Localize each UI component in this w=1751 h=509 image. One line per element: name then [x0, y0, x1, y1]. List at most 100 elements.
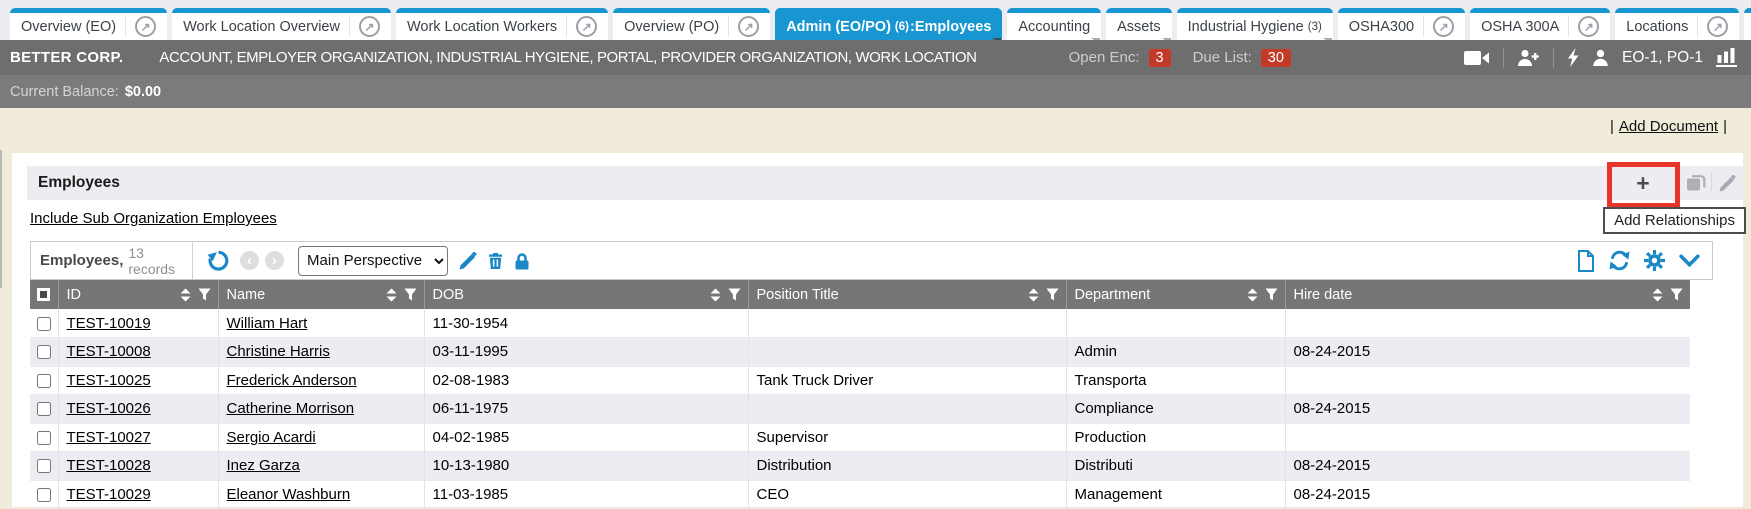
prev-page-button[interactable]: ‹ — [240, 251, 259, 270]
tab-accounting[interactable]: Accounting — [1007, 8, 1101, 40]
person-icon[interactable] — [1592, 49, 1609, 66]
dashboard-chart-icon[interactable] — [1716, 48, 1737, 67]
row-checkbox[interactable] — [37, 459, 51, 473]
open-in-new-window-icon[interactable]: ↗ — [135, 16, 156, 37]
tab-admin-eo-po[interactable]: Admin (EO/PO)(6):Employees — [775, 8, 1002, 40]
employee-id-link[interactable]: TEST-10019 — [67, 315, 151, 332]
row-checkbox[interactable] — [37, 488, 51, 502]
add-document-link[interactable]: Add Document — [1619, 118, 1718, 135]
cell-dob: 04-02-1985 — [424, 423, 748, 452]
tab-work-location-workers[interactable]: Work Location Workers↗ — [396, 8, 608, 40]
video-camera-icon[interactable] — [1464, 50, 1490, 66]
add-person-icon[interactable] — [1517, 49, 1540, 66]
include-sub-org-link[interactable]: Include Sub Organization Employees — [30, 210, 277, 227]
refresh-button[interactable] — [1609, 250, 1630, 271]
tab-label: Admin (EO/PO) — [786, 19, 891, 35]
grid-title: Employees, 13 records — [31, 242, 193, 279]
edit-perspective-button[interactable] — [459, 252, 477, 270]
column-header-id[interactable]: ID — [58, 280, 218, 309]
settings-button[interactable] — [1644, 250, 1665, 271]
row-checkbox[interactable] — [37, 374, 51, 388]
tab-work-location-overview[interactable]: Work Location Overview↗ — [172, 8, 391, 40]
employee-name-link[interactable]: Catherine Morrison — [227, 400, 355, 417]
refresh-icon — [1609, 250, 1630, 271]
lock-icon — [514, 252, 530, 270]
due-list-badge[interactable]: 30 — [1261, 49, 1291, 67]
balance-value: $0.00 — [125, 84, 161, 100]
cell-department: Admin — [1066, 338, 1285, 367]
pipe: | — [1723, 118, 1727, 135]
balance-bar: Current Balance: $0.00 — [0, 75, 1751, 108]
collapse-button[interactable] — [1679, 254, 1700, 267]
column-header-dob[interactable]: DOB — [424, 280, 748, 309]
lightning-icon[interactable] — [1567, 48, 1579, 67]
employee-name-link[interactable]: Eleanor Washburn — [227, 486, 351, 503]
open-in-new-window-icon[interactable]: ↗ — [738, 16, 759, 37]
employee-id-link[interactable]: TEST-10028 — [67, 457, 151, 474]
employee-name-link[interactable]: Frederick Anderson — [227, 372, 357, 389]
column-header-department[interactable]: Department — [1066, 280, 1285, 309]
table-row: TEST-10019William Hart11-30-1954 — [30, 309, 1690, 338]
filter-funnel-icon[interactable] — [1670, 288, 1683, 301]
select-all-checkbox[interactable] — [37, 288, 50, 301]
column-header-hire-date[interactable]: Hire date — [1285, 280, 1690, 309]
column-header-name[interactable]: Name — [218, 280, 424, 309]
cell-id: TEST-10019 — [58, 309, 218, 338]
cell-position-title — [748, 338, 1066, 367]
filter-funnel-icon[interactable] — [728, 288, 741, 301]
employee-id-link[interactable]: TEST-10027 — [67, 429, 151, 446]
copy-button[interactable] — [1680, 166, 1711, 200]
tab-locations[interactable]: Locations↗ — [1615, 8, 1739, 40]
open-in-new-window-icon[interactable]: ↗ — [1707, 16, 1728, 37]
employee-id-link[interactable]: TEST-10025 — [67, 372, 151, 389]
row-checkbox-cell — [30, 452, 58, 481]
employee-id-link[interactable]: TEST-10008 — [67, 343, 151, 360]
filter-funnel-icon[interactable] — [1046, 288, 1059, 301]
perspective-select[interactable]: Main Perspective — [298, 246, 448, 276]
edit-button[interactable] — [1712, 166, 1743, 200]
cell-name: Christine Harris — [218, 338, 424, 367]
tab-industrial-hygiene[interactable]: Industrial Hygiene(3) — [1177, 8, 1333, 40]
employee-id-link[interactable]: TEST-10026 — [67, 400, 151, 417]
panel-header: Employees + — [27, 166, 1743, 200]
employee-name-link[interactable]: Inez Garza — [227, 457, 300, 474]
employee-name-link[interactable]: Sergio Acardi — [227, 429, 316, 446]
tab-referred-orders[interactable]: Referred Orders↗ — [1744, 8, 1751, 40]
undo-button[interactable] — [207, 249, 230, 272]
tab-label: Overview (PO) — [624, 19, 719, 35]
open-in-new-window-icon[interactable]: ↗ — [1578, 16, 1599, 37]
row-checkbox[interactable] — [37, 317, 51, 331]
row-checkbox[interactable] — [37, 345, 51, 359]
open-enc-badge[interactable]: 3 — [1149, 49, 1171, 67]
tab-overview-po[interactable]: Overview (PO) ↗ — [613, 8, 770, 40]
cell-hire-date: 08-24-2015 — [1285, 338, 1690, 367]
employee-id-link[interactable]: TEST-10029 — [67, 486, 151, 503]
sort-icon — [1652, 288, 1663, 302]
cell-name: Inez Garza — [218, 452, 424, 481]
org-header-bar: BETTER CORP. ACCOUNT, EMPLOYER ORGANIZAT… — [0, 40, 1751, 75]
undo-icon — [207, 249, 230, 272]
tab-assets[interactable]: Assets — [1106, 8, 1172, 40]
open-in-new-window-icon[interactable]: ↗ — [1433, 16, 1454, 37]
column-header-position-title[interactable]: Position Title — [748, 280, 1066, 309]
tab-osha300[interactable]: OSHA300↗ — [1338, 8, 1465, 40]
filter-funnel-icon[interactable] — [404, 288, 417, 301]
open-in-new-window-icon[interactable]: ↗ — [576, 16, 597, 37]
tab-overview-eo[interactable]: Overview (EO)↗ — [10, 8, 167, 40]
grid-toolbar: Employees, 13 records ‹ › Main Perspecti… — [30, 241, 1713, 280]
filter-funnel-icon[interactable] — [198, 288, 211, 301]
employee-name-link[interactable]: Christine Harris — [227, 343, 330, 360]
delete-perspective-button[interactable] — [488, 252, 503, 270]
lock-perspective-button[interactable] — [514, 252, 530, 270]
new-document-button[interactable] — [1577, 250, 1595, 272]
row-checkbox[interactable] — [37, 402, 51, 416]
row-checkbox-cell — [30, 309, 58, 338]
open-in-new-window-icon[interactable]: ↗ — [359, 16, 380, 37]
row-checkbox[interactable] — [37, 431, 51, 445]
tab-osha-300a[interactable]: OSHA 300A↗ — [1470, 8, 1610, 40]
next-page-button[interactable]: › — [265, 251, 284, 270]
filter-funnel-icon[interactable] — [1265, 288, 1278, 301]
cell-dob: 10-13-1980 — [424, 452, 748, 481]
balance-label: Current Balance: — [10, 84, 119, 100]
employee-name-link[interactable]: William Hart — [227, 315, 308, 332]
